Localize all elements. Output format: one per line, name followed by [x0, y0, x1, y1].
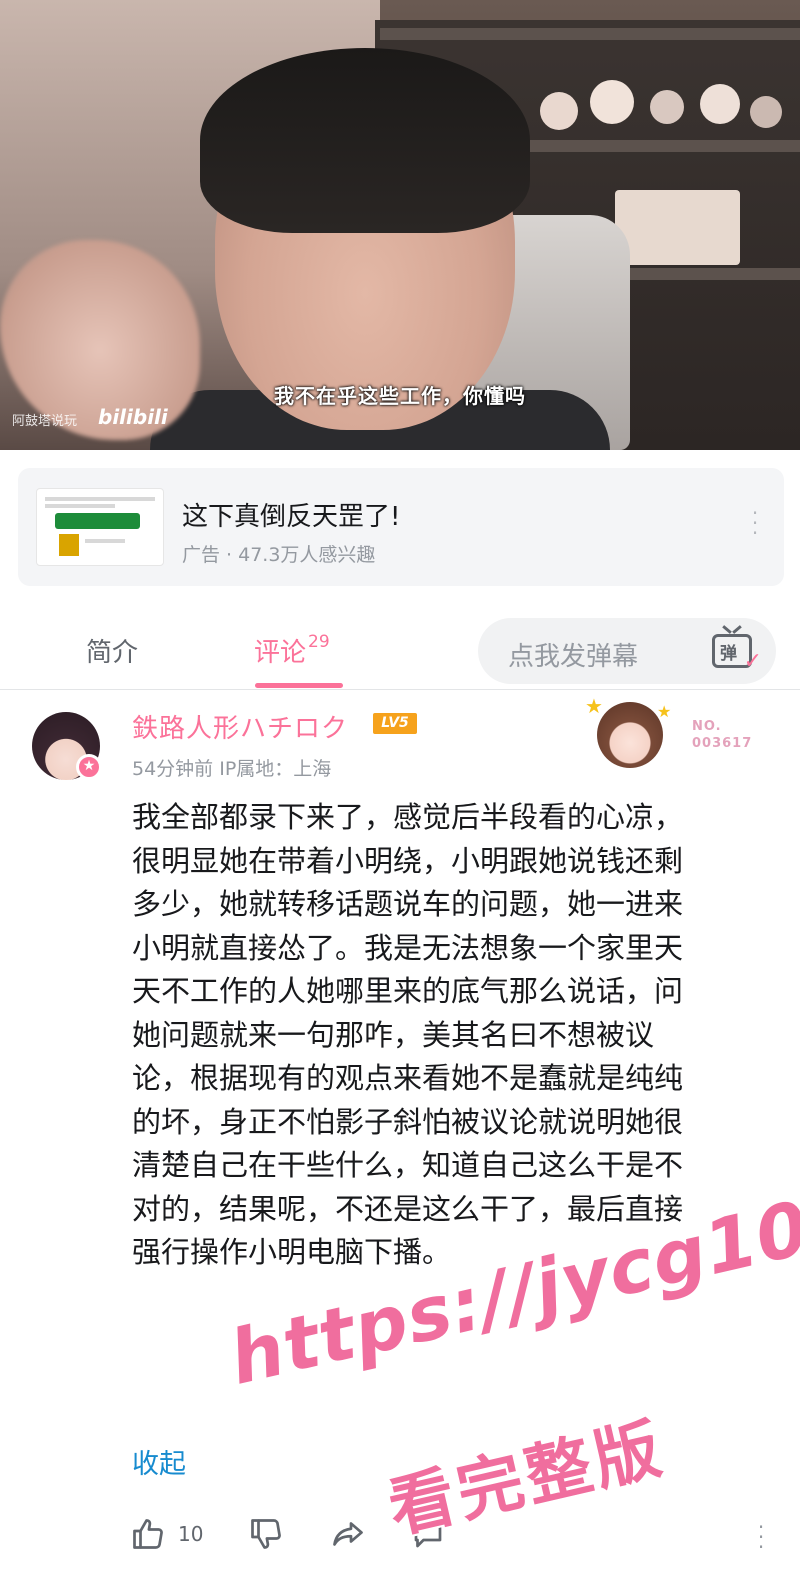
- thumb-banner: [55, 513, 140, 529]
- shelf-board: [380, 28, 800, 40]
- dots-vertical-icon[interactable]: · · ·: [750, 503, 760, 543]
- level-badge: LV5: [373, 713, 417, 734]
- plush-toy: [650, 90, 684, 124]
- dots-vertical-icon[interactable]: · · ·: [756, 1517, 766, 1557]
- comment-line: 天不工作的人她哪里来的底气那么说话，问: [132, 974, 684, 1008]
- fan-card-character: [597, 702, 663, 768]
- danmaku-placeholder: 点我发弹幕: [508, 642, 639, 672]
- fan-number-value: 003617: [692, 736, 753, 751]
- thumb-image: [59, 534, 79, 556]
- fan-number: NO. 003617: [692, 718, 752, 752]
- check-icon: ✓: [743, 649, 762, 674]
- danmaku-icon-antenna: [722, 625, 732, 634]
- like-count: 10: [178, 1522, 204, 1546]
- comment-line: 很明显她在带着小明绕，小明跟她说钱还剩: [132, 843, 684, 878]
- ad-card[interactable]: 这下真倒反天罡了! 广告 · 47.3万人感兴趣 · · ·: [18, 468, 784, 586]
- tab-intro[interactable]: 简介: [86, 632, 138, 669]
- background-box: [615, 190, 740, 265]
- comment-line: 我全部都录下来了，感觉后半段看的心凉，: [132, 800, 684, 834]
- comment-body: 我全部都录下来了，感觉后半段看的心凉， 很明显她在带着小明绕，小明跟她说钱还剩 …: [132, 796, 772, 1275]
- thumb-line: [85, 539, 125, 543]
- thumb-line: [45, 504, 115, 508]
- danmaku-icon-antenna: [732, 625, 742, 634]
- bilibili-logo: bilibili: [98, 405, 168, 429]
- plush-toy: [700, 84, 740, 124]
- ad-title[interactable]: 这下真倒反天罡了!: [182, 496, 400, 533]
- tab-bar: 简介 评论 29 点我发弹幕 弹 ✓: [0, 604, 800, 690]
- video-player[interactable]: 我不在乎这些工作，你懂吗 阿鼓塔说玩 bilibili: [0, 0, 800, 450]
- tab-comments[interactable]: 评论 29: [254, 632, 330, 669]
- thumb-up-icon[interactable]: [130, 1516, 166, 1552]
- star-icon: ★: [657, 702, 672, 721]
- comment-line: 论，根据现有的观点来看她不是蠢就是纯纯: [132, 1061, 684, 1095]
- comment-line: 小明就直接怂了。我是无法想象一个家里天: [132, 930, 684, 965]
- comment-line: 清楚自己在干些什么，知道自己这么干是不: [132, 1148, 684, 1182]
- comment-username[interactable]: 鉄路人形ハチロク: [132, 708, 348, 745]
- comment-meta: 54分钟前 IP属地：上海: [132, 758, 332, 780]
- comment-item: ★ 鉄路人形ハチロク LV5 54分钟前 IP属地：上海 ★ ★ NO. 003…: [0, 690, 800, 1580]
- danmaku-icon-char: 弹: [720, 644, 737, 664]
- comment-line: 多少，她就转移话题说车的问题，她一进来: [132, 887, 684, 921]
- tab-comments-count: 29: [308, 632, 330, 652]
- comment-line: 她问题就来一句那咋，美其名曰不想被议: [132, 1017, 655, 1052]
- official-badge-icon: ★: [76, 754, 102, 780]
- thumb-down-icon[interactable]: [248, 1516, 284, 1552]
- person-hair: [200, 48, 530, 233]
- thumb-line: [45, 497, 155, 501]
- collapse-link[interactable]: 收起: [132, 1442, 186, 1481]
- plush-toy: [590, 80, 634, 124]
- danmaku-icon[interactable]: 弹 ✓: [712, 625, 762, 674]
- fan-card[interactable]: ★ ★: [585, 694, 675, 774]
- plush-toy: [750, 96, 782, 128]
- tab-comments-label: 评论: [254, 638, 307, 668]
- ad-thumbnail: [36, 488, 164, 566]
- channel-watermark: 阿鼓塔说玩: [12, 414, 78, 429]
- plush-toy: [540, 92, 578, 130]
- share-icon[interactable]: [330, 1516, 366, 1552]
- comment-line: 的坏，身正不怕影子斜怕被议论就说明她很: [132, 1104, 684, 1139]
- danmaku-input[interactable]: 点我发弹幕 弹 ✓: [478, 618, 776, 684]
- active-tab-indicator: [255, 683, 343, 688]
- star-icon: ★: [585, 694, 603, 718]
- fan-number-label: NO.: [692, 719, 722, 734]
- ad-meta: 广告 · 47.3万人感兴趣: [182, 544, 376, 566]
